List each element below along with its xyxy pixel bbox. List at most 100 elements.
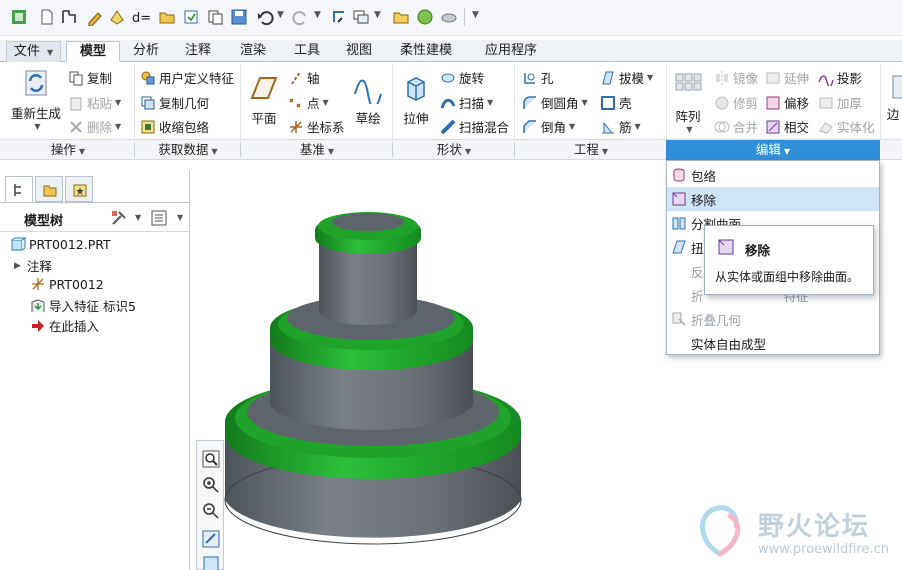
group-editing[interactable]: 编辑 ▼ [666,140,880,160]
tab-folder-browser[interactable] [35,176,63,202]
tab-model[interactable]: 模型 [66,41,120,62]
tab-analysis[interactable]: 分析 [124,41,168,62]
tree-item-csys[interactable]: PRT0012 [30,276,104,292]
undo-icon[interactable] [256,8,274,26]
group-get-data[interactable]: 获取数据 ▼ [138,140,238,159]
wrap-icon [671,167,687,183]
csys-button[interactable]: 坐标系 [288,117,345,136]
cut-off-button[interactable]: 边 [884,72,902,123]
show-dropdown-icon[interactable]: ▼ [177,213,183,222]
delete-icon [68,119,84,135]
extend-button: 延伸 [765,68,809,87]
open-recent-icon[interactable] [86,8,104,27]
regenerate-button[interactable]: 重新生成 ▼ [8,67,64,131]
regen-icon[interactable] [330,8,348,26]
menu-item-freestyle[interactable]: 实体自由成型 [667,331,879,355]
extrude-label: 拉伸 [403,111,429,126]
windows-dropdown-icon[interactable]: ▼ [374,10,381,20]
swept-blend-button[interactable]: 扫描混合 [440,117,509,136]
intersect-button[interactable]: 相交 [765,117,809,136]
thicken-icon [818,95,834,111]
tab-favorites[interactable] [65,176,93,202]
folder-icon[interactable] [392,8,410,26]
tab-view[interactable]: 视图 [336,41,382,62]
round-button[interactable]: 倒圆角 ▼ [522,93,588,112]
sketch-button[interactable]: 草绘 [350,72,386,127]
revolve-icon [440,70,456,86]
copy-icon[interactable] [206,8,224,26]
sketch-icon [352,72,384,109]
shrinkwrap-button[interactable]: 收缩包络 [140,117,209,136]
pattern-button[interactable]: 阵列 ▼ [670,70,706,134]
delete-button: 删除 ▼ [68,117,121,136]
point-button[interactable]: 点 ▼ [288,93,329,112]
plane-button[interactable]: 平面 [244,72,284,127]
folder-open-icon[interactable] [158,8,176,26]
more-icon[interactable]: ▼ [472,10,479,20]
tree-item-annotations[interactable]: ▶ 注释 [14,256,52,275]
rib-button[interactable]: 筋 ▼ [600,117,641,136]
watermark: 野火论坛 www.proewildfire.cn [690,500,902,566]
zoom-out-button[interactable] [201,501,221,521]
quick-access-toolbar: d= ▼ ▼ ▼ ▼ [0,0,902,36]
axis-button[interactable]: 轴 [288,68,320,87]
refit-button[interactable] [201,449,221,469]
sweep-icon [440,95,456,111]
expand-arrow-icon[interactable]: ▶ [14,261,21,271]
top-tier [315,212,421,325]
repaint-button[interactable] [201,529,221,549]
open-icon[interactable] [60,8,78,26]
group-datum[interactable]: 基准 ▼ [244,140,390,159]
revolve-button[interactable]: 旋转 [440,68,484,87]
regenerate-dropdown-icon[interactable]: ▼ [11,122,64,131]
tab-file[interactable]: 文件 ▼ [6,41,61,62]
extrude-button[interactable]: 拉伸 [396,72,436,127]
watermark-name: 野火论坛 [758,512,871,542]
parameters-icon[interactable]: d= [132,8,151,26]
save-icon[interactable] [230,8,248,26]
tree-item-insert-here[interactable]: 在此插入 [30,316,99,335]
tab-model-tree[interactable] [5,176,33,202]
tree-item-part[interactable]: PRT0012.PRT [10,236,111,252]
windows-icon[interactable] [352,8,370,26]
offset-button[interactable]: 偏移 [765,93,809,112]
project-button[interactable]: 投影 [818,68,862,88]
zoom-in-button[interactable] [201,475,221,495]
shell-button[interactable]: 壳 [600,93,632,112]
copy-geometry-button[interactable]: 复制几何 [140,93,209,112]
chamfer-button[interactable]: 倒角 ▼ [522,117,575,136]
tab-render[interactable]: 渲染 [228,41,278,62]
group-engineering[interactable]: 工程 ▼ [518,140,664,159]
sweep-button[interactable]: 扫描 ▼ [440,93,493,112]
remove-surface-icon [671,191,687,207]
tab-tools[interactable]: 工具 [282,41,332,62]
tree-settings-icon[interactable] [110,209,128,227]
undo-dropdown-icon[interactable]: ▼ [277,10,284,20]
display-style-icon[interactable] [440,8,458,26]
show-icon[interactable] [150,209,168,227]
draft-button[interactable]: 拔模 ▼ [600,68,653,87]
appearance-icon[interactable] [416,8,434,26]
group-operations[interactable]: 操作 ▼ [8,140,128,159]
regenerate-icon[interactable] [108,8,126,26]
tab-flexible-modeling[interactable]: 柔性建模 [388,41,464,62]
insert-here-arrow-icon [30,318,46,334]
new-file-icon[interactable] [38,8,56,26]
save-as-icon[interactable] [182,8,200,26]
tab-annotate[interactable]: 注释 [172,41,224,62]
extrude-icon [400,72,432,104]
app-icon [10,8,28,26]
menu-item-remove[interactable]: 移除 [667,187,879,211]
hole-button[interactable]: 孔 [522,68,554,87]
tree-settings-dropdown-icon[interactable]: ▼ [135,213,141,222]
udf-button[interactable]: 用户定义特征 [140,68,234,87]
collapse-geom-icon [671,311,687,327]
tree-item-import-feature[interactable]: 导入特征 标识5 [30,296,136,315]
model-viewport[interactable] [215,200,535,545]
group-shapes[interactable]: 形状 ▼ [396,140,512,159]
pattern-dropdown-icon[interactable]: ▼ [673,125,706,134]
display-style-button[interactable] [201,555,221,570]
tab-applications[interactable]: 应用程序 [470,41,552,62]
copy-button[interactable]: 复制 [68,68,112,87]
menu-item-wrap[interactable]: 包络 [667,163,879,187]
